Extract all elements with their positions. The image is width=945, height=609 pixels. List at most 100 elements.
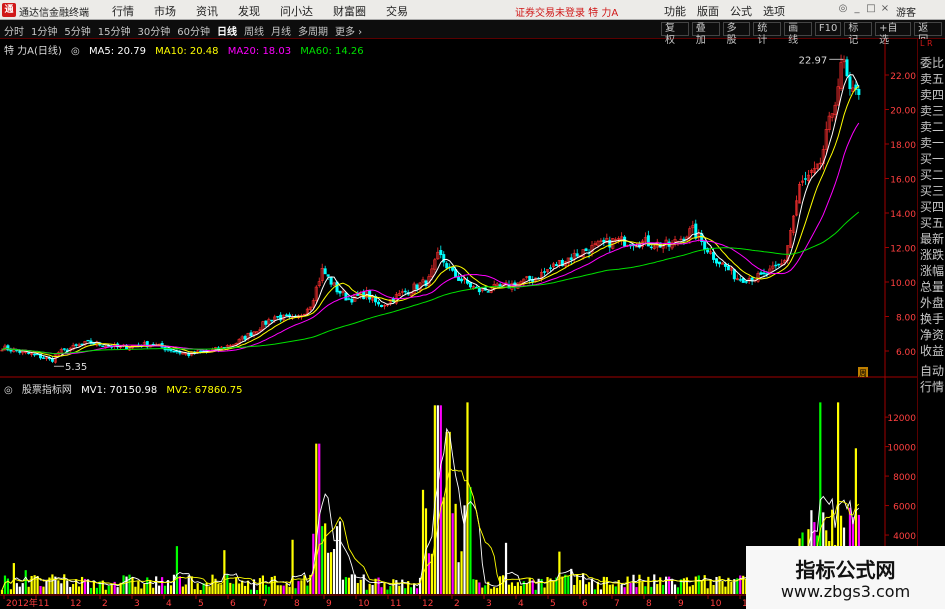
back-button[interactable]: 返回 (914, 22, 943, 46)
quote-field-4[interactable]: 卖二 (918, 119, 945, 135)
tab-monthly[interactable]: 月线 (271, 23, 291, 38)
tab-15min[interactable]: 15分钟 (98, 23, 131, 38)
candle-body (74, 344, 78, 346)
candle-body (718, 261, 722, 265)
overlay-button[interactable]: 叠加 (691, 22, 720, 46)
volume-bar (673, 584, 677, 594)
add-watchlist-button[interactable]: +自选 (875, 22, 912, 46)
quote-field-9[interactable]: 买四 (918, 199, 945, 215)
candle-body (584, 248, 588, 252)
quote-field-7[interactable]: 买二 (918, 167, 945, 183)
menu-formula[interactable]: 公式 (730, 3, 752, 19)
quote-field-10[interactable]: 买五 (918, 215, 945, 231)
tab-weekly[interactable]: 周线 (244, 23, 264, 38)
volume-bar (709, 579, 712, 594)
guest-label[interactable]: 游客 (896, 4, 916, 19)
quote-field-18[interactable]: 收益 (918, 343, 945, 359)
minimize-icon[interactable]: _ (850, 3, 864, 14)
quote-field-11[interactable]: 最新 (918, 231, 945, 247)
volume-bar (273, 575, 276, 594)
close-icon[interactable]: × (878, 3, 892, 14)
menu-discover[interactable]: 发现 (238, 3, 260, 18)
volume-bar (220, 584, 223, 594)
chart-area[interactable]: 22.00 20.00 18.00 16.00 14.00 12.00 10.00 8.00 6… (0, 39, 917, 609)
restore-rights-button[interactable]: 复权 (661, 22, 689, 46)
volume-bar (196, 583, 199, 594)
panel-lr-toggle[interactable]: L R (918, 39, 945, 55)
quote-field-12[interactable]: 涨跌 (918, 247, 945, 263)
tab-5min[interactable]: 5分钟 (64, 23, 90, 38)
menu-market[interactable]: 市场 (154, 3, 176, 18)
quote-field-3[interactable]: 卖三 (918, 103, 945, 119)
quote-field-2[interactable]: 卖四 (918, 87, 945, 103)
tab-daily[interactable]: 日线 (217, 23, 237, 38)
candle-body (276, 316, 280, 318)
candle-body (439, 250, 443, 256)
quote-field-20[interactable]: 行情 (918, 379, 945, 395)
volume-bar (208, 586, 211, 594)
candle-body (528, 275, 532, 281)
tab-intraday[interactable]: 分时 (4, 23, 24, 38)
volume-bar (335, 526, 339, 594)
menu-wealth[interactable]: 财富圈 (333, 3, 366, 18)
volume-bar (611, 584, 614, 594)
volume-bar (324, 523, 327, 594)
f10-button[interactable]: F10 (814, 22, 842, 36)
quote-field-6[interactable]: 买一 (918, 151, 945, 167)
volume-bar (146, 577, 149, 594)
candle-body (380, 304, 384, 307)
quote-field-14[interactable]: 总量 (918, 279, 945, 295)
candle-body (62, 348, 66, 350)
menu-quotes[interactable]: 行情 (112, 3, 134, 18)
volume-bar (413, 583, 416, 594)
quote-field-15[interactable]: 外盘 (918, 295, 945, 311)
candle-body (166, 348, 170, 351)
panel-toggle-icon[interactable]: ◎ (71, 46, 80, 57)
candle-body (457, 276, 461, 281)
menu-news[interactable]: 资讯 (196, 3, 218, 18)
volume-bar (513, 585, 517, 594)
volume-bar (368, 583, 371, 594)
quote-field-19[interactable]: 自动 (918, 363, 945, 379)
tab-more[interactable]: 更多 › (335, 23, 362, 38)
menu-function[interactable]: 功能 (664, 3, 686, 19)
quote-field-0[interactable]: 委比 (918, 55, 945, 71)
menu-options[interactable]: 选项 (763, 3, 785, 19)
volume-bar (599, 589, 603, 594)
volume-bar (69, 586, 72, 594)
kline-chart[interactable]: 22.00 20.00 18.00 16.00 14.00 12.00 10.00 8.00 6… (0, 39, 917, 609)
tab-multi-period[interactable]: 多周期 (298, 23, 328, 38)
quote-field-16[interactable]: 换手 (918, 311, 945, 327)
tab-30min[interactable]: 30分钟 (137, 23, 170, 38)
candle-body (288, 314, 292, 317)
draw-line-button[interactable]: 画线 (784, 22, 812, 46)
candle-body (744, 281, 748, 283)
x-tick-label: 3 (486, 599, 492, 609)
volume-indicator-name[interactable]: 股票指标网 (22, 385, 72, 396)
volume-bar (137, 581, 140, 594)
tab-60min[interactable]: 60分钟 (177, 23, 210, 38)
volume-bar (632, 574, 635, 594)
menu-trade[interactable]: 交易 (386, 3, 408, 18)
menu-ask[interactable]: 问小达 (280, 3, 313, 18)
volume-bar (638, 574, 641, 594)
menu-layout[interactable]: 版面 (697, 3, 719, 19)
stock-name[interactable]: 特 力A(日线) (4, 46, 62, 57)
mv2-label: MV2: 67860.75 (166, 385, 243, 396)
mark-button[interactable]: 标记 (844, 22, 873, 46)
quote-field-13[interactable]: 涨幅 (918, 263, 945, 279)
volume-bar (267, 586, 270, 594)
watermark-url: www.zbgs3.com (780, 582, 911, 601)
ma5-line (1, 74, 860, 360)
maximize-icon[interactable]: □ (864, 3, 878, 14)
multi-stock-button[interactable]: 多股 (722, 22, 751, 46)
volume-indicator-icon[interactable]: ◎ (4, 385, 13, 396)
statistics-button[interactable]: 统计 (753, 22, 782, 46)
quote-field-17[interactable]: 净资 (918, 327, 945, 343)
volume-bar (525, 583, 528, 594)
tab-1min[interactable]: 1分钟 (31, 23, 57, 38)
quote-field-5[interactable]: 卖一 (918, 135, 945, 151)
quote-field-1[interactable]: 卖五 (918, 71, 945, 87)
settings-icon[interactable]: ◎ (836, 3, 850, 14)
quote-field-8[interactable]: 买三 (918, 183, 945, 199)
